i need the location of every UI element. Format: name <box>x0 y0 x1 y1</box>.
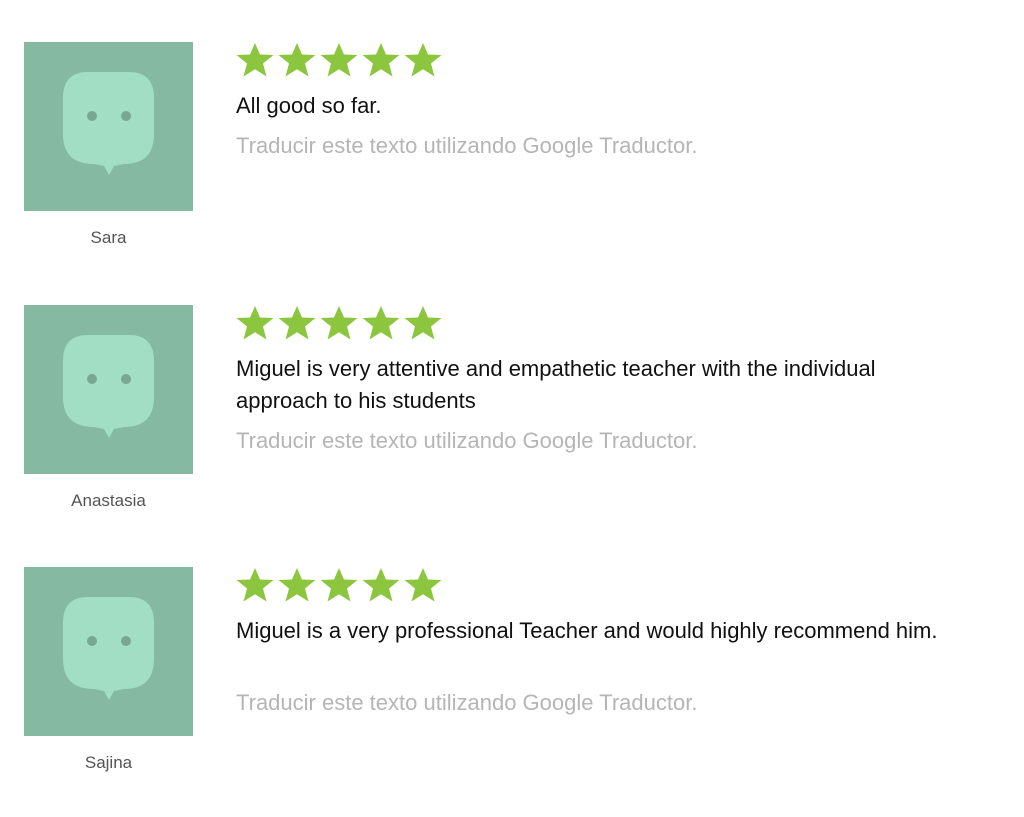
star-icon <box>402 305 444 341</box>
star-icon <box>234 42 276 78</box>
star-icon <box>402 567 444 603</box>
star-icon <box>360 567 402 603</box>
star-icon <box>318 567 360 603</box>
star-icon <box>234 567 276 603</box>
star-rating <box>234 305 444 341</box>
review-comment: Miguel is a very professional Teacher an… <box>236 618 938 643</box>
review-comment: Miguel is very attentive and empathetic … <box>236 356 876 413</box>
chat-bubble-avatar-icon <box>24 42 193 211</box>
star-icon <box>276 42 318 78</box>
reviewer-name: Sajina <box>84 753 133 772</box>
review-item: Anastasia Miguel is very attentive and e… <box>0 305 1024 555</box>
reviewer-name: Anastasia <box>71 491 146 510</box>
avatar <box>24 567 193 736</box>
star-rating <box>234 42 444 78</box>
star-icon <box>360 42 402 78</box>
review-item: Sara All good so far. Traducir este text… <box>0 42 1024 292</box>
star-rating <box>234 567 444 603</box>
reviews-list: Sara All good so far. Traducir este text… <box>0 0 1024 796</box>
review-item: Sajina Miguel is a very professional Tea… <box>0 567 1024 817</box>
avatar <box>24 305 193 474</box>
star-icon <box>318 305 360 341</box>
chat-bubble-avatar-icon <box>24 567 193 736</box>
star-icon <box>276 567 318 603</box>
avatar <box>24 42 193 211</box>
star-icon <box>402 42 444 78</box>
star-icon <box>234 305 276 341</box>
translate-link[interactable]: Traducir este texto utilizando Google Tr… <box>236 425 697 457</box>
reviewer-name: Sara <box>90 228 127 247</box>
translate-link[interactable]: Traducir este texto utilizando Google Tr… <box>236 687 697 719</box>
translate-link[interactable]: Traducir este texto utilizando Google Tr… <box>236 130 697 162</box>
star-icon <box>276 305 318 341</box>
star-icon <box>318 42 360 78</box>
star-icon <box>360 305 402 341</box>
chat-bubble-avatar-icon <box>24 305 193 474</box>
review-comment: All good so far. <box>236 93 382 118</box>
